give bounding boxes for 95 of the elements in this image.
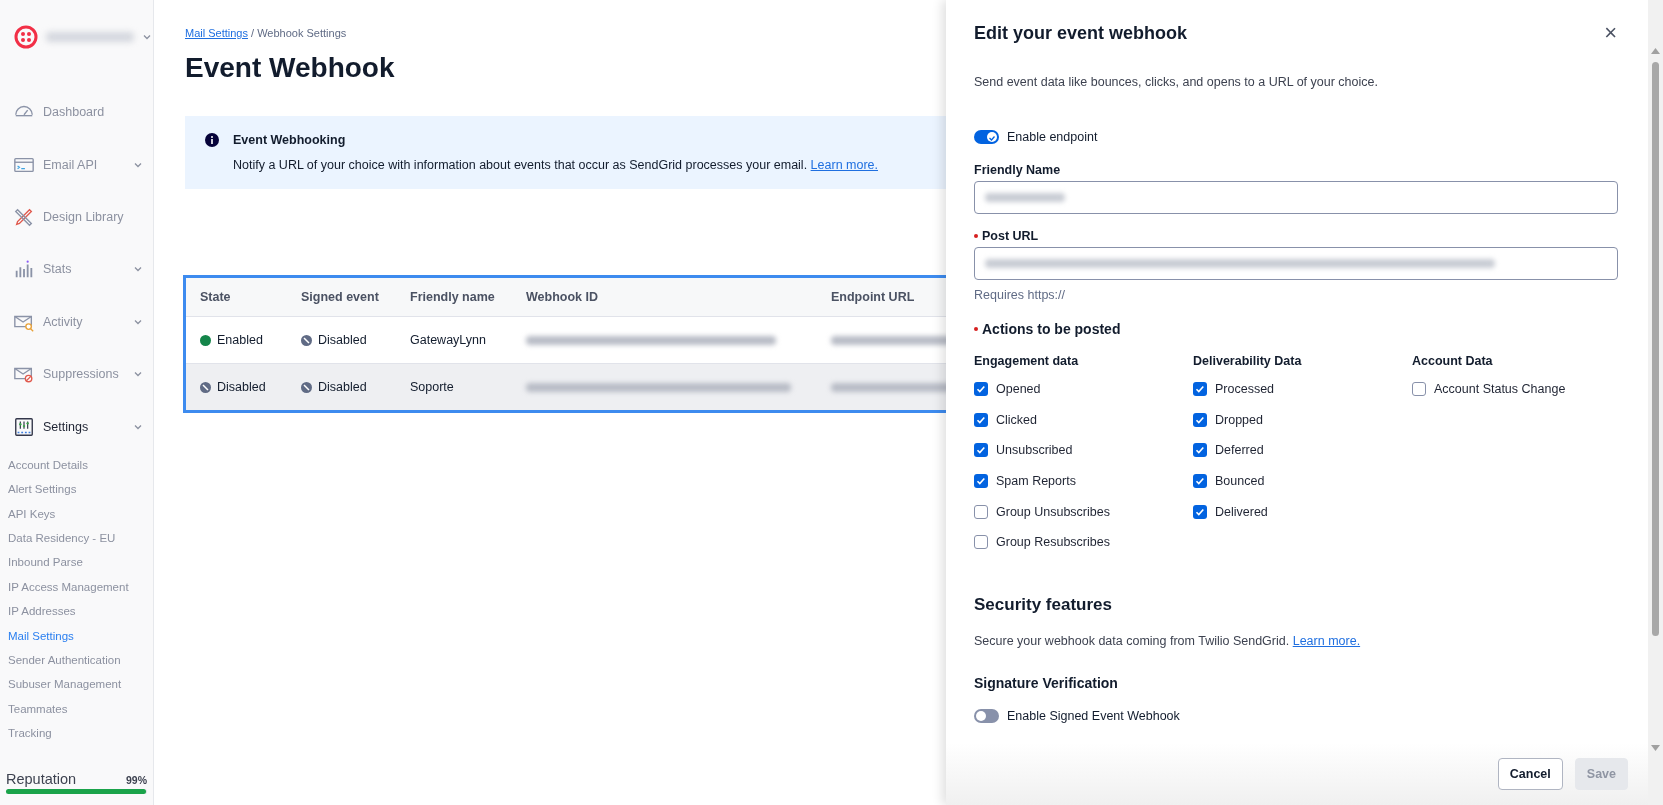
checkbox[interactable] bbox=[974, 535, 988, 550]
check-icon bbox=[987, 133, 997, 143]
signed-event-cell: Disabled bbox=[318, 333, 367, 347]
nav-subitem[interactable]: IP Addresses bbox=[0, 599, 153, 624]
nav-item[interactable]: Activity bbox=[0, 295, 153, 348]
checkbox[interactable] bbox=[1193, 474, 1207, 489]
info-icon bbox=[205, 133, 219, 148]
checkbox-label: Account Status Change bbox=[1434, 382, 1566, 397]
nav-subitem[interactable]: Inbound Parse bbox=[0, 550, 153, 575]
checkbox-label: Deferred bbox=[1215, 443, 1264, 458]
checkbox-label: Unsubscribed bbox=[996, 443, 1073, 458]
nav-item[interactable]: Email API bbox=[0, 138, 153, 191]
field-label: Friendly Name bbox=[974, 162, 1061, 179]
checkbox-label: Processed bbox=[1215, 382, 1275, 397]
drawer-description: Send event data like bounces, clicks, and opens to a URL of your choice. bbox=[974, 74, 1379, 91]
section-heading: Security features bbox=[974, 593, 1113, 616]
column-header: Webhook ID bbox=[526, 290, 598, 304]
column-header: Endpoint URL bbox=[831, 290, 915, 304]
post-url-field[interactable] bbox=[974, 247, 1618, 280]
nav-subitem[interactable]: API Keys bbox=[0, 501, 153, 526]
checkbox[interactable] bbox=[974, 474, 988, 489]
checkbox[interactable] bbox=[1193, 504, 1207, 519]
nav-item[interactable]: Design Library bbox=[0, 190, 153, 244]
group-heading: Account Data bbox=[1412, 353, 1494, 370]
checkbox[interactable] bbox=[974, 382, 988, 397]
disabled-status-icon bbox=[301, 381, 312, 393]
column-header: Signed event bbox=[301, 290, 379, 304]
reputation-label: Reputation bbox=[6, 771, 77, 787]
nav-subitem[interactable]: Account Details bbox=[0, 452, 153, 478]
checkbox-label: Dropped bbox=[1215, 412, 1263, 427]
nav-subitem[interactable]: Data Residency - EU bbox=[0, 525, 153, 551]
checkbox[interactable] bbox=[974, 412, 988, 427]
checkbox-label: Opened bbox=[996, 382, 1041, 397]
checkbox-label: Spam Reports bbox=[996, 474, 1076, 489]
nav-subitem[interactable]: Sender Authentication bbox=[0, 648, 153, 673]
state-cell: Disabled bbox=[217, 380, 266, 394]
banner-title: Event Webhooking bbox=[233, 133, 346, 148]
breadcrumb-link[interactable]: Mail Settings bbox=[185, 27, 248, 39]
close-button[interactable]: × bbox=[1604, 22, 1617, 44]
section-heading: Actions to be posted bbox=[982, 320, 1121, 339]
checkbox-label: Clicked bbox=[996, 412, 1037, 427]
nav-subitem[interactable]: IP Access Management bbox=[0, 574, 153, 600]
logo-icon[interactable] bbox=[14, 25, 38, 49]
nav-item[interactable]: Suppressions bbox=[0, 347, 153, 401]
field-label: Post URL bbox=[982, 228, 1039, 245]
scrollbar[interactable] bbox=[1648, 0, 1663, 805]
field-hint: Requires https:// bbox=[974, 287, 1066, 304]
nav-subitem[interactable]: Tracking bbox=[0, 721, 153, 746]
status-dot-icon bbox=[200, 334, 211, 346]
friendly-name-field[interactable] bbox=[974, 181, 1618, 214]
column-header: State bbox=[200, 290, 231, 304]
scroll-down-icon[interactable] bbox=[1651, 745, 1660, 751]
drawer-title: Edit your event webhook bbox=[974, 22, 1188, 44]
checkbox-label: Bounced bbox=[1215, 474, 1265, 489]
nav-subitem[interactable]: Subuser Management bbox=[0, 672, 153, 697]
cancel-button[interactable]: Cancel bbox=[1497, 758, 1563, 790]
nav-subitem[interactable]: Teammates bbox=[0, 696, 153, 722]
checkbox-label: Delivered bbox=[1215, 504, 1268, 519]
toggle-label: Enable Signed Event Webhook bbox=[1007, 708, 1180, 723]
security-description: Secure your webhook data coming from Twilio SendGrid. Learn more. bbox=[974, 632, 1362, 650]
state-cell: Enabled bbox=[217, 333, 263, 347]
column-header: Friendly name bbox=[410, 290, 495, 304]
disabled-status-icon bbox=[301, 334, 312, 346]
checkbox-label: Group Unsubscribes bbox=[996, 504, 1110, 519]
required-icon bbox=[974, 327, 978, 331]
nav-subitem[interactable]: Alert Settings bbox=[0, 477, 153, 502]
page-title: Event Webhook bbox=[185, 51, 395, 85]
friendly-name-cell-text: GatewayLynn bbox=[410, 333, 487, 347]
checkbox[interactable] bbox=[1193, 443, 1207, 458]
friendly-name-cell-text: Soporte bbox=[410, 380, 455, 394]
nav-icon bbox=[13, 415, 35, 438]
checkbox[interactable] bbox=[1412, 382, 1426, 397]
chevron-down-icon[interactable] bbox=[142, 32, 152, 42]
nav-subitem[interactable]: Mail Settings bbox=[0, 623, 153, 648]
nav-item[interactable]: Settings bbox=[0, 400, 153, 453]
scroll-up-icon[interactable] bbox=[1651, 48, 1660, 54]
toggle-label: Enable endpoint bbox=[1007, 130, 1098, 144]
checkbox-label: Group Resubscribes bbox=[996, 535, 1110, 550]
checkbox[interactable] bbox=[974, 443, 988, 458]
nav-item[interactable]: Stats bbox=[0, 243, 153, 296]
toggle-switch[interactable] bbox=[974, 708, 999, 723]
learn-more-link[interactable]: Learn more. bbox=[1292, 633, 1361, 648]
reputation-value: 99% bbox=[126, 774, 147, 786]
checkbox[interactable] bbox=[1193, 382, 1207, 397]
toggle-switch[interactable] bbox=[974, 130, 999, 144]
subsection-heading: Signature Verification bbox=[974, 673, 1119, 693]
nav-item[interactable]: Dashboard bbox=[0, 86, 153, 139]
breadcrumb-current: Webhook Settings bbox=[257, 27, 347, 39]
checkbox[interactable] bbox=[1193, 412, 1207, 427]
learn-more-link[interactable]: Learn more. bbox=[810, 157, 878, 172]
required-icon bbox=[974, 234, 978, 238]
disabled-status-icon bbox=[200, 381, 211, 393]
checkbox[interactable] bbox=[974, 504, 988, 519]
signed-event-cell: Disabled bbox=[318, 380, 367, 394]
breadcrumb-separator: / bbox=[251, 27, 255, 39]
